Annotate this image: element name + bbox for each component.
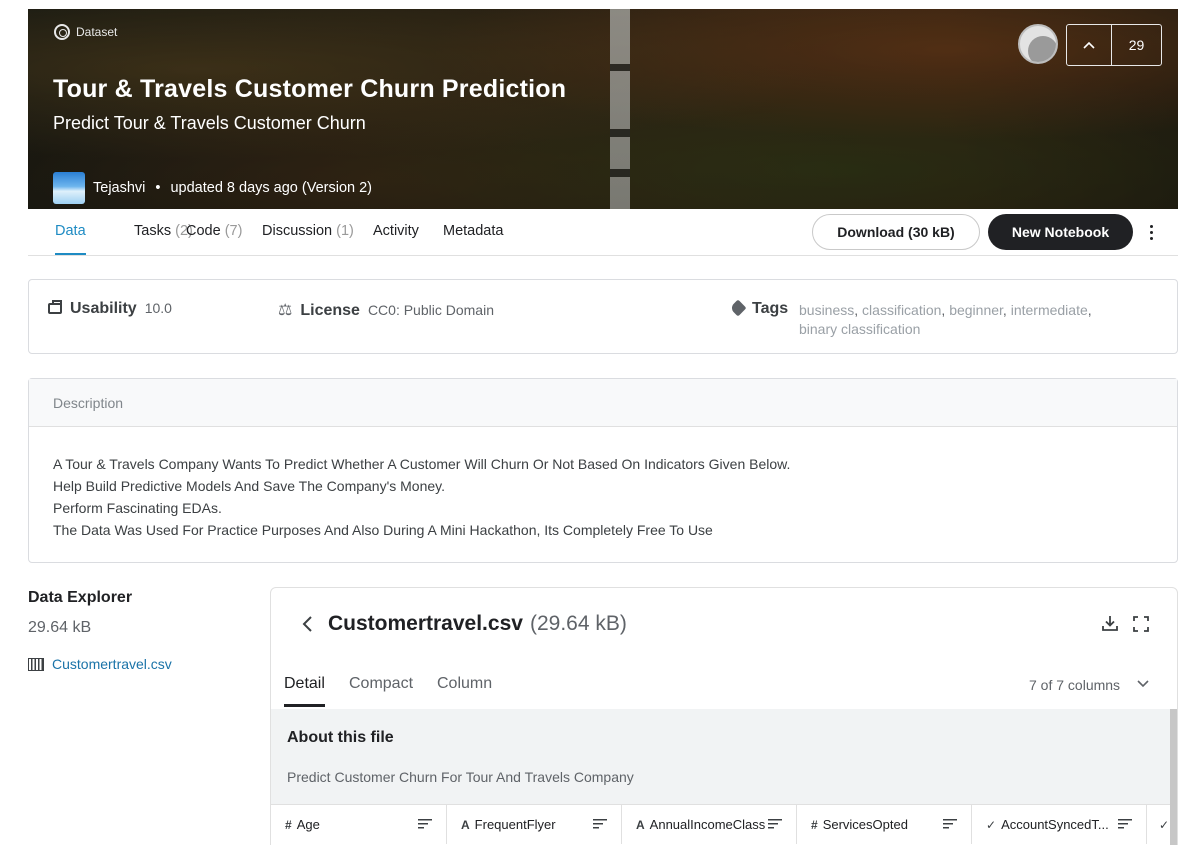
data-explorer-title: Data Explorer [28,589,133,606]
boolean-type-icon: ✓ [986,817,997,832]
fullscreen-icon[interactable] [1133,616,1149,632]
description-line: A Tour & Travels Company Wants To Predic… [53,456,791,472]
dataset-tabs: Data Tasks (2) Code (7) Discussion (1) A… [28,209,1178,256]
author-name[interactable]: Tejashvi [93,180,145,196]
columns-selector[interactable]: 7 of 7 columns [1029,677,1120,693]
briefcase-icon [48,300,62,314]
description-line: Perform Fascinating EDAs. [53,500,222,516]
download-icon[interactable] [1101,614,1119,632]
tag-link[interactable]: beginner [949,302,1003,318]
tab-activity[interactable]: Activity [373,223,419,239]
numeric-type-icon: # [285,817,292,832]
dataset-meta-card: Usability 10.0 ⚖ License CC0: Public Dom… [28,279,1178,354]
download-button[interactable]: Download (30 kB) [812,214,980,250]
description-card: Description A Tour & Travels Company Wan… [28,378,1178,563]
upvote-button[interactable] [1067,25,1112,65]
avatar[interactable] [53,172,85,204]
dataset-kind-label: Dataset [54,24,117,40]
about-file-text: Predict Customer Churn For Tour And Trav… [287,769,634,785]
column-header-accountsynced[interactable]: ✓ AccountSyncedT... [972,804,1147,844]
data-explorer-size: 29.64 kB [28,619,92,636]
sort-icon[interactable] [418,819,432,829]
explorer-file-link[interactable]: Customertravel.csv [52,656,172,672]
tab-metadata[interactable]: Metadata [443,223,503,239]
tab-code[interactable]: Code (7) [186,223,242,239]
file-name: Customertravel.csv [328,612,523,635]
medal-badge-icon[interactable] [1018,24,1058,64]
table-icon [28,657,44,671]
dataset-icon [54,24,70,40]
back-chevron-icon[interactable] [301,615,313,639]
string-type-icon: A [636,817,645,832]
license-info: ⚖ License CC0: Public Domain [278,302,494,319]
sort-icon[interactable] [593,819,607,829]
tag-link[interactable]: binary classification [799,321,920,337]
tag-icon [729,299,747,317]
tag-link[interactable]: classification [862,302,941,318]
dataset-header-banner: Dataset Tour & Travels Customer Churn Pr… [28,9,1178,209]
update-info: updated 8 days ago (Version 2) [170,180,372,196]
description-header: Description [29,379,1177,427]
usability-info: Usability 10.0 [48,300,172,318]
tab-compact[interactable]: Compact [349,675,413,693]
tab-discussion[interactable]: Discussion (1) [262,223,354,239]
string-type-icon: A [461,817,470,832]
description-body: A Tour & Travels Company Wants To Predic… [29,427,1177,541]
column-header-servicesopted[interactable]: # ServicesOpted [797,804,972,844]
description-line: The Data Was Used For Practice Purposes … [53,522,713,538]
page-subtitle: Predict Tour & Travels Customer Churn [53,113,366,133]
file-preview-panel: Customertravel.csv (29.64 kB) Detail Com… [270,587,1178,845]
more-options-icon[interactable] [1146,221,1156,243]
tag-list: business, classification, beginner, inte… [799,302,1092,337]
tab-tasks[interactable]: Tasks (2) [134,223,193,239]
about-file-section: About this file Predict Customer Churn F… [271,709,1170,804]
scale-icon: ⚖ [278,302,293,319]
upvote-widget: 29 [1066,24,1162,66]
tags-info: Tags [729,299,788,318]
about-file-title: About this file [287,729,394,746]
tag-link[interactable]: business [799,302,854,318]
upvote-count: 29 [1128,37,1145,53]
chevron-down-icon[interactable] [1137,675,1149,691]
file-size: (29.64 kB) [530,612,627,635]
tab-column[interactable]: Column [437,675,492,693]
column-header-partial[interactable]: ✓ [1147,804,1170,844]
separator-dot: • [155,180,161,196]
chevron-up-icon [1083,41,1095,49]
tag-link[interactable]: intermediate [1011,302,1088,318]
sort-icon[interactable] [768,819,782,829]
tab-data[interactable]: Data [55,223,86,255]
sort-icon[interactable] [1118,819,1132,829]
column-header-annualincomeclass[interactable]: A AnnualIncomeClass [622,804,797,844]
numeric-type-icon: # [811,817,818,832]
column-header-age[interactable]: # Age [271,804,447,844]
author-line: Tejashvi • updated 8 days ago (Version 2… [53,172,372,204]
new-notebook-button[interactable]: New Notebook [988,214,1133,250]
sort-icon[interactable] [943,819,957,829]
scrollbar[interactable] [1170,709,1177,845]
page-title: Tour & Travels Customer Churn Prediction [53,75,567,103]
description-line: Help Build Predictive Models And Save Th… [53,478,446,494]
boolean-type-icon: ✓ [1159,817,1170,832]
column-header-frequentflyer[interactable]: A FrequentFlyer [447,804,622,844]
tab-detail[interactable]: Detail [284,675,325,707]
explorer-file-item[interactable]: Customertravel.csv [28,656,172,672]
